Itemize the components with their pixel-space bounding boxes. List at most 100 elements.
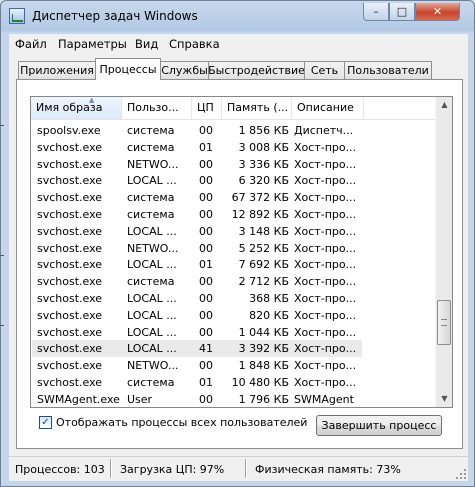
- show-all-users-label[interactable]: Отображать процессы всех пользователей: [56, 416, 307, 429]
- cell-description: Хост-про...: [294, 141, 357, 154]
- status-divider: [245, 459, 247, 478]
- cell-user: система: [127, 124, 175, 137]
- table-row[interactable]: svchost.exe LOCAL ... 00 6 320 КБ Хост-про..…: [32, 172, 362, 189]
- column-description[interactable]: Описание: [292, 97, 364, 119]
- cell-memory: 3 392 КБ: [238, 342, 289, 355]
- cell-memory: 67 372 КБ: [231, 191, 289, 204]
- scroll-down-arrow-icon[interactable]: ▼: [436, 391, 452, 407]
- cell-cpu: 00: [199, 174, 213, 187]
- cell-cpu: 00: [199, 124, 213, 137]
- cell-user: система: [127, 141, 175, 154]
- tab-applications[interactable]: Приложения: [18, 61, 96, 79]
- cell-memory: 6 320 КБ: [238, 174, 289, 187]
- cell-memory: 7 692 КБ: [238, 258, 289, 271]
- process-list[interactable]: ▲ Имя образа Пользо... ЦП Память (... Оп…: [30, 96, 453, 408]
- cell-memory: 1 856 КБ: [238, 124, 289, 137]
- table-row[interactable]: svchost.exe NETWO... 00 1 848 КБ Хост-про...: [32, 357, 362, 374]
- scroll-thumb[interactable]: [437, 300, 451, 345]
- column-memory[interactable]: Память (...: [222, 97, 292, 119]
- table-row[interactable]: svchost.exe LOCAL ... 00 368 КБ Хост-про...: [32, 290, 362, 307]
- table-row[interactable]: svchost.exe система 01 10 480 КБ Хост-про...: [32, 374, 362, 391]
- end-process-button[interactable]: Завершить процесс: [316, 415, 442, 436]
- cell-user: LOCAL ...: [127, 326, 177, 339]
- cell-image-name: SWMAgent.exe: [37, 393, 120, 406]
- background-edge-mark: [0, 255, 4, 256]
- cell-memory: 368 КБ: [249, 292, 289, 305]
- cell-description: Диспетч...: [294, 124, 354, 137]
- cell-memory: 3 148 КБ: [238, 225, 289, 238]
- tab-processes[interactable]: Процессы: [95, 58, 161, 80]
- cell-description: Хост-про...: [294, 359, 357, 372]
- table-row[interactable]: svchost.exe система 01 3 008 КБ Хост-про...: [32, 139, 362, 156]
- cell-image-name: spoolsv.exe: [37, 124, 101, 137]
- close-button[interactable]: ✕: [415, 3, 460, 21]
- cell-description: Хост-про...: [294, 376, 357, 389]
- cell-description: Хост-про...: [294, 225, 357, 238]
- show-all-users-checkbox[interactable]: ✓: [39, 416, 52, 429]
- status-cpu-usage: Загрузка ЦП: 97%: [120, 463, 225, 476]
- resize-grip-icon[interactable]: [456, 469, 466, 479]
- table-row[interactable]: SWMAgent.exe User 00 1 796 КБ SWMAgent: [32, 391, 362, 407]
- table-row[interactable]: svchost.exe система 00 2 712 КБ Хост-про...: [32, 273, 362, 290]
- window-title: Диспетчер задач Windows: [32, 9, 198, 23]
- cell-image-name: svchost.exe: [37, 225, 103, 238]
- cell-memory: 1 044 КБ: [238, 326, 289, 339]
- cell-cpu: 00: [199, 158, 213, 171]
- tab-services[interactable]: Службы: [160, 61, 209, 79]
- cell-image-name: svchost.exe: [37, 326, 103, 339]
- vertical-scrollbar[interactable]: ▲ ▼: [435, 97, 452, 407]
- cell-memory: 1 796 КБ: [238, 393, 289, 406]
- column-user[interactable]: Пользо...: [122, 97, 192, 119]
- cell-cpu: 00: [199, 292, 213, 305]
- cell-description: Хост-про...: [294, 191, 357, 204]
- cell-memory: 10 480 КБ: [231, 376, 289, 389]
- cell-image-name: svchost.exe: [37, 342, 103, 355]
- menu-options[interactable]: Параметры: [58, 37, 127, 51]
- column-cpu[interactable]: ЦП: [192, 97, 222, 119]
- cell-description: Хост-про...: [294, 292, 357, 305]
- cell-cpu: 01: [199, 376, 213, 389]
- menu-help[interactable]: Справка: [169, 37, 220, 51]
- cell-user: User: [127, 393, 153, 406]
- minimize-button[interactable]: –: [363, 3, 389, 21]
- cell-description: Хост-про...: [294, 174, 357, 187]
- cell-description: Хост-про...: [294, 326, 357, 339]
- cell-cpu: 41: [199, 342, 213, 355]
- table-row[interactable]: svchost.exe LOCAL ... 00 3 148 КБ Хост-про..…: [32, 223, 362, 240]
- cell-user: LOCAL ...: [127, 258, 177, 271]
- cell-image-name: svchost.exe: [37, 208, 103, 221]
- tab-networking[interactable]: Сеть: [304, 61, 345, 79]
- cell-memory: 3 008 КБ: [238, 141, 289, 154]
- cell-description: Хост-про...: [294, 242, 357, 255]
- cell-cpu: 00: [199, 208, 213, 221]
- table-row[interactable]: svchost.exe система 00 67 372 КБ Хост-про...: [32, 189, 362, 206]
- status-bar: Процессов: 103 Загрузка ЦП: 97% Физическ…: [9, 456, 468, 481]
- sort-ascending-icon: ▲: [89, 97, 95, 104]
- table-row[interactable]: svchost.exe NETWO... 00 5 252 КБ Хост-про...: [32, 240, 362, 257]
- tab-performance[interactable]: Быстродействие: [208, 61, 305, 79]
- scroll-up-arrow-icon[interactable]: ▲: [436, 97, 452, 113]
- cell-cpu: 00: [199, 242, 213, 255]
- table-row[interactable]: svchost.exe LOCAL ... 00 820 КБ Хост-про...: [32, 307, 362, 324]
- cell-cpu: 01: [199, 141, 213, 154]
- table-row[interactable]: svchost.exe LOCAL ... 01 7 692 КБ Хост-про..…: [32, 256, 362, 273]
- cell-user: NETWO...: [127, 158, 179, 171]
- cell-image-name: svchost.exe: [37, 292, 103, 305]
- cell-memory: 820 КБ: [249, 309, 289, 322]
- cell-description: Хост-про...: [294, 309, 357, 322]
- cell-cpu: 00: [199, 326, 213, 339]
- table-row[interactable]: svchost.exe NETWO... 00 3 336 КБ Хост-про...: [32, 156, 362, 173]
- menu-view[interactable]: Вид: [135, 37, 158, 51]
- table-row[interactable]: spoolsv.exe система 00 1 856 КБ Диспетч...: [32, 122, 362, 139]
- title-bar[interactable]: Диспетчер задач Windows – □ ✕: [1, 1, 475, 31]
- cell-memory: 2 712 КБ: [238, 275, 289, 288]
- menu-file[interactable]: Файл: [15, 37, 47, 51]
- maximize-button[interactable]: □: [389, 3, 415, 21]
- cell-image-name: svchost.exe: [37, 242, 103, 255]
- cell-user: LOCAL ...: [127, 174, 177, 187]
- table-row[interactable]: svchost.exe система 00 12 892 КБ Хост-про...: [32, 206, 362, 223]
- table-row[interactable]: svchost.exe LOCAL ... 41 3 392 КБ Хост-про..…: [32, 340, 362, 357]
- column-image-name[interactable]: ▲ Имя образа: [31, 97, 122, 119]
- table-row[interactable]: svchost.exe LOCAL ... 00 1 044 КБ Хост-про..…: [32, 324, 362, 341]
- tab-users[interactable]: Пользователи: [344, 61, 432, 79]
